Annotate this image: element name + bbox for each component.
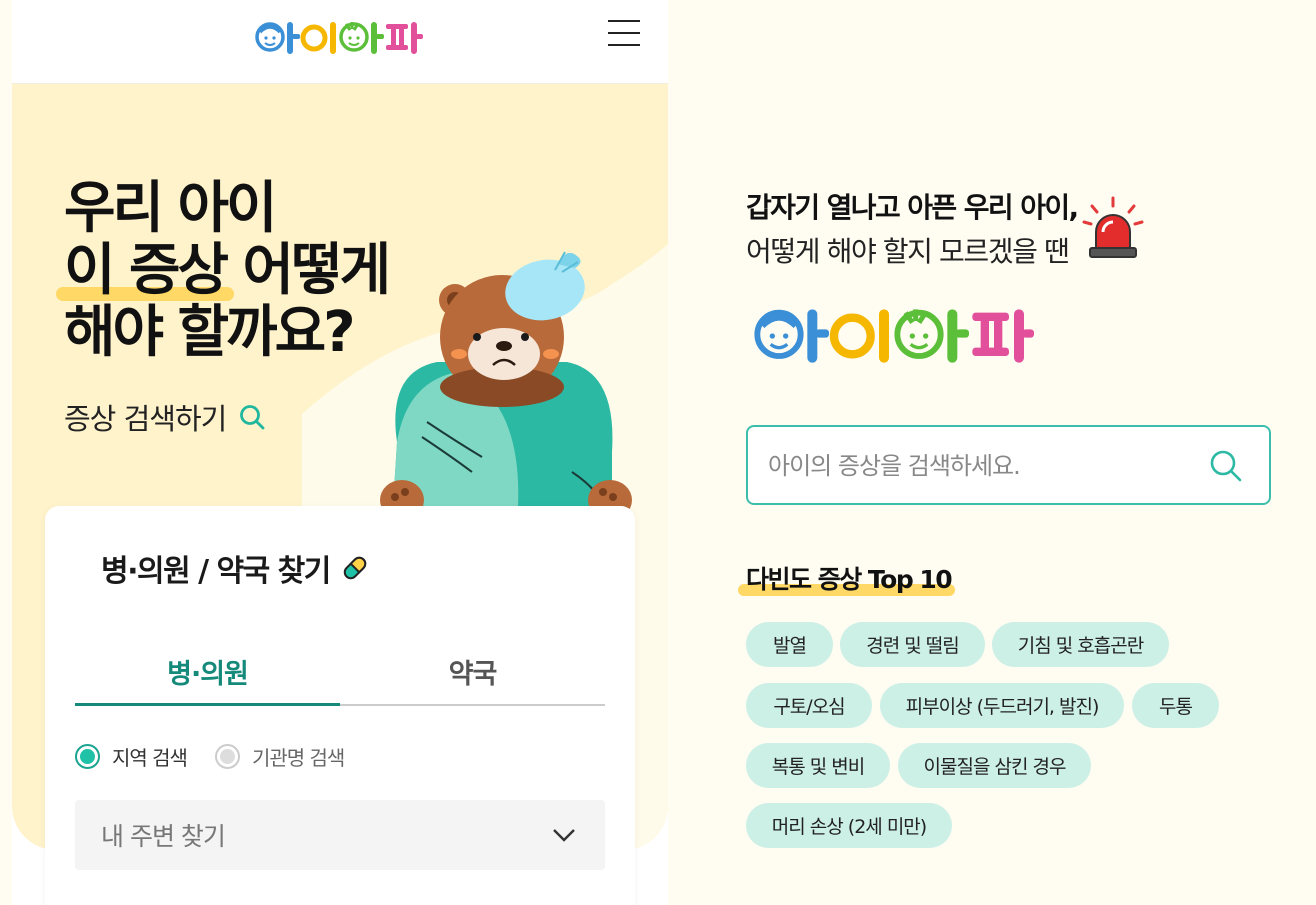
symptom-chip[interactable]: 발열: [746, 622, 833, 667]
sick-bear-illustration: [380, 251, 632, 522]
logo[interactable]: [254, 14, 424, 56]
symptom-chip[interactable]: 머리 손상 (2세 미만): [746, 803, 952, 848]
hero-title: 우리 아이 이 증상 어떻게 해야 할까요?: [64, 176, 392, 365]
search-icon: [240, 405, 265, 430]
search-icon[interactable]: [1207, 447, 1245, 485]
siren-icon: [1082, 196, 1144, 258]
hamburger-menu-icon[interactable]: [608, 20, 640, 48]
brand-logo-large: [744, 296, 1044, 366]
radio-unchecked-icon: [214, 744, 240, 769]
radio-checked-icon: [75, 744, 100, 769]
location-select[interactable]: 내 주변 찾기: [75, 800, 605, 870]
logo-icon: [754, 309, 1034, 363]
search-type-radios: 지역 검색 기관명 검색: [75, 742, 345, 771]
pill-icon: [343, 556, 367, 580]
symptom-chip[interactable]: 이물질을 삼킨 경우: [898, 743, 1091, 788]
top10-title: 다빈도 증상 Top 10: [746, 565, 953, 594]
symptom-search-link[interactable]: 증상 검색하기: [64, 396, 266, 438]
radio-region-search[interactable]: 지역 검색: [75, 742, 188, 771]
symptom-search-label: 증상 검색하기: [64, 402, 227, 436]
hero-title-highlight: 이 증상: [64, 238, 229, 303]
symptom-chip[interactable]: 피부이상 (두드러기, 발진): [880, 683, 1124, 728]
finder-tabs: 병·의원 약국: [75, 642, 605, 706]
finder-title: 병·의원 / 약국 찾기: [101, 546, 370, 590]
finder-title-text: 병·의원 / 약국 찾기: [101, 554, 331, 589]
symptom-chip[interactable]: 기침 및 호흡곤란: [992, 622, 1169, 667]
radio-institution-search[interactable]: 기관명 검색: [214, 742, 345, 771]
tab-hospital[interactable]: 병·의원: [75, 642, 340, 706]
hero-title-line-3: 해야 할까요?: [64, 300, 356, 365]
chevron-down-icon: [553, 829, 575, 842]
location-select-value: 내 주변 찾기: [101, 822, 226, 851]
symptom-search-input[interactable]: [768, 445, 1198, 487]
top10-heading: 다빈도 증상 Top 10: [746, 560, 953, 596]
radio-label: 지역 검색: [112, 746, 188, 770]
symptom-search-box: [746, 425, 1271, 505]
symptom-chip[interactable]: 두통: [1132, 683, 1219, 728]
tab-pharmacy[interactable]: 약국: [340, 642, 605, 704]
hero-title-line-1: 우리 아이: [64, 176, 278, 241]
hero-title-line-2-rest: 어떻게: [226, 238, 392, 303]
intro-subline: 어떻게 해야 할지 모르겠을 땐: [746, 235, 1070, 268]
intro-headline: 갑자기 열나고 아픈 우리 아이,: [746, 191, 1079, 224]
symptom-chip[interactable]: 구토/오심: [746, 683, 872, 728]
hero-title-line-2: 이 증상 어떻게: [64, 238, 392, 303]
symptom-chip[interactable]: 경련 및 떨림: [840, 622, 985, 667]
mobile-preview: 우리 아이 이 증상 어떻게 해야 할까요? 증상 검색하기 병·의원 / 약국…: [12, 0, 668, 905]
hospital-pharmacy-finder: 병·의원 / 약국 찾기 병·의원 약국 지역 검색 기관명 검색 내 주변 찾…: [45, 506, 635, 905]
radio-label: 기관명 검색: [251, 746, 345, 770]
symptom-chip[interactable]: 복통 및 변비: [746, 743, 890, 788]
mobile-header: [12, 0, 668, 84]
logo-icon: [255, 22, 423, 54]
